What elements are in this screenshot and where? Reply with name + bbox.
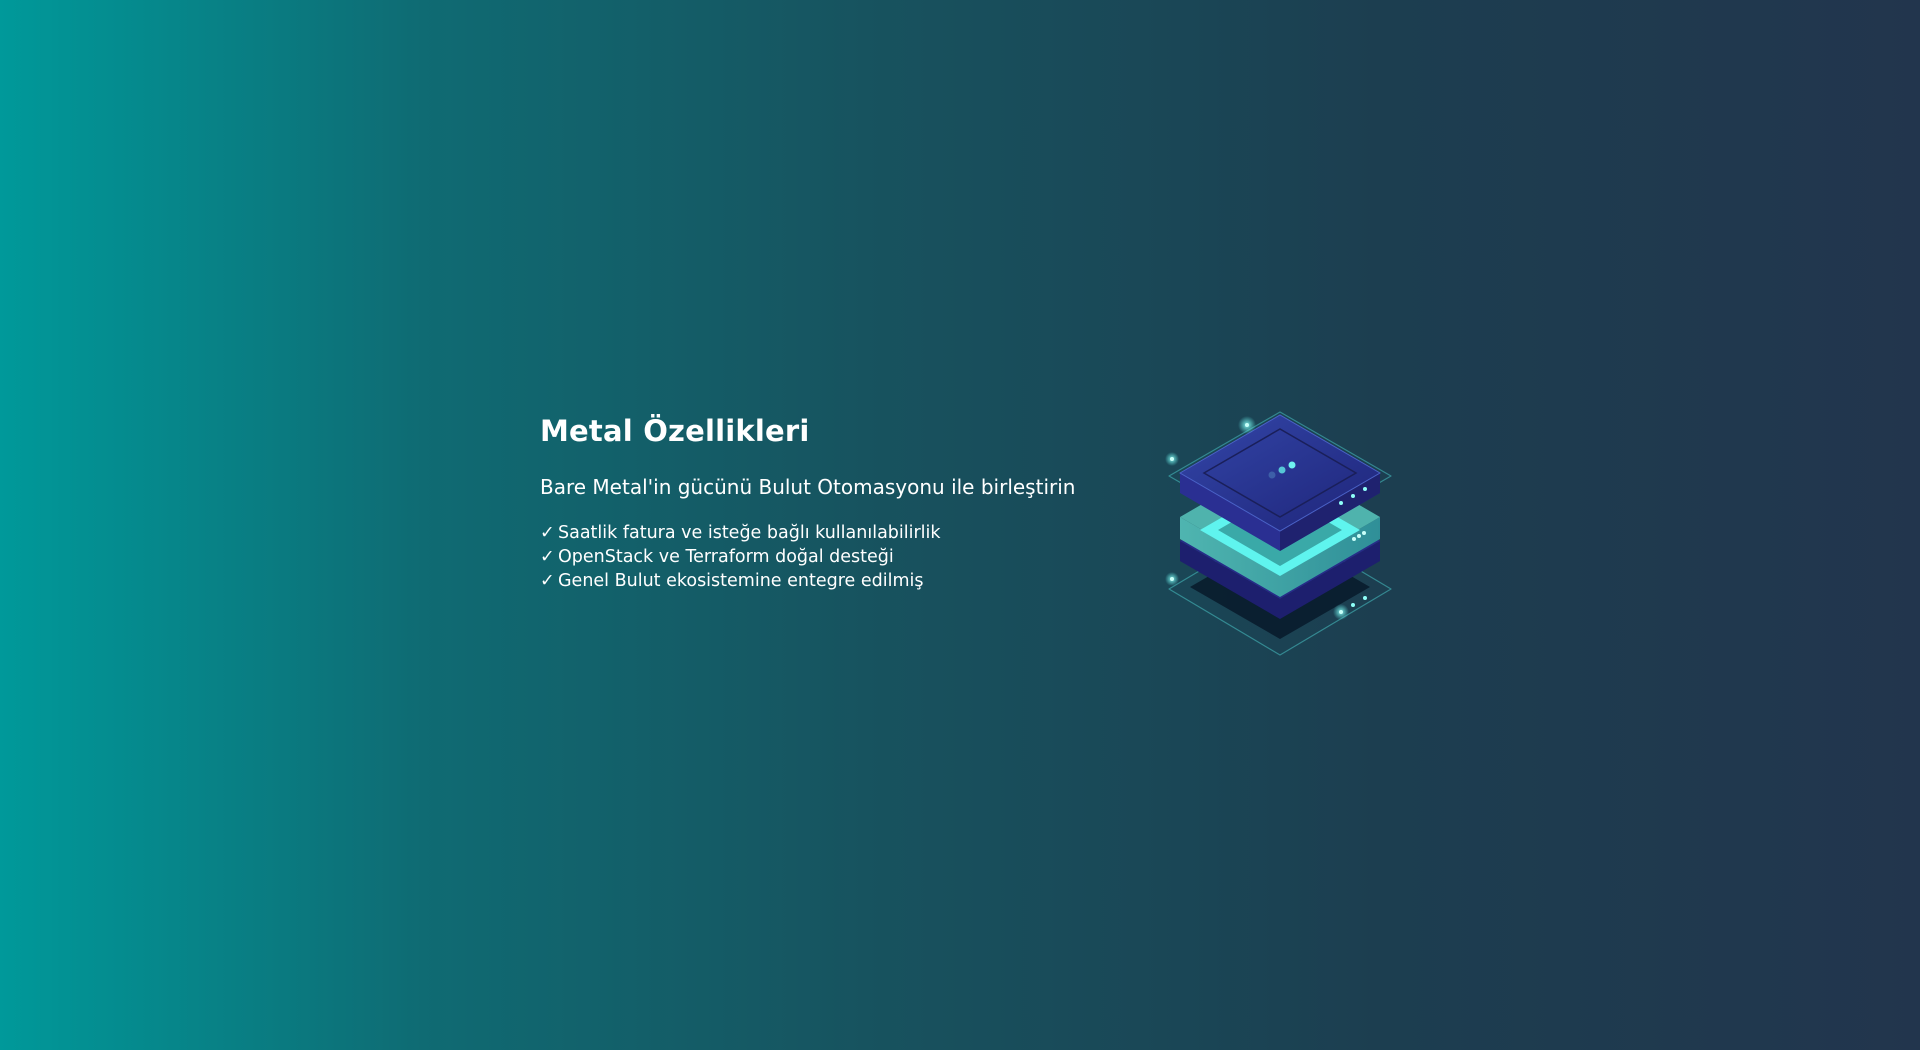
checkmark-icon: ✓	[540, 571, 555, 591]
feature-item: ✓ Saatlik fatura ve isteğe bağlı kullanıl…	[540, 521, 1110, 545]
page-title: Metal Özellikleri	[540, 414, 810, 448]
hero-text: Metal Özellikleri Bare Metal'in gücünü B…	[540, 405, 1110, 593]
hero-section: Metal Özellikleri Bare Metal'in gücünü B…	[540, 405, 1400, 675]
checkmark-icon: ✓	[540, 523, 555, 543]
feature-text: Genel Bulut ekosistemine entegre edilmiş	[558, 571, 924, 591]
feature-item: ✓ Genel Bulut ekosistemine entegre edilmi…	[540, 569, 1110, 593]
feature-list: ✓ Saatlik fatura ve isteğe bağlı kullanıl…	[540, 521, 1110, 593]
checkmark-icon: ✓	[540, 547, 555, 567]
server-stack-icon	[1160, 405, 1400, 663]
hero-subtitle: Bare Metal'in gücünü Bulut Otomasyonu il…	[540, 475, 1076, 499]
feature-text: Saatlik fatura ve isteğe bağlı kullanıla…	[558, 523, 941, 543]
feature-item: ✓ OpenStack ve Terraform doğal desteği	[540, 545, 1110, 569]
feature-text: OpenStack ve Terraform doğal desteği	[558, 547, 894, 567]
